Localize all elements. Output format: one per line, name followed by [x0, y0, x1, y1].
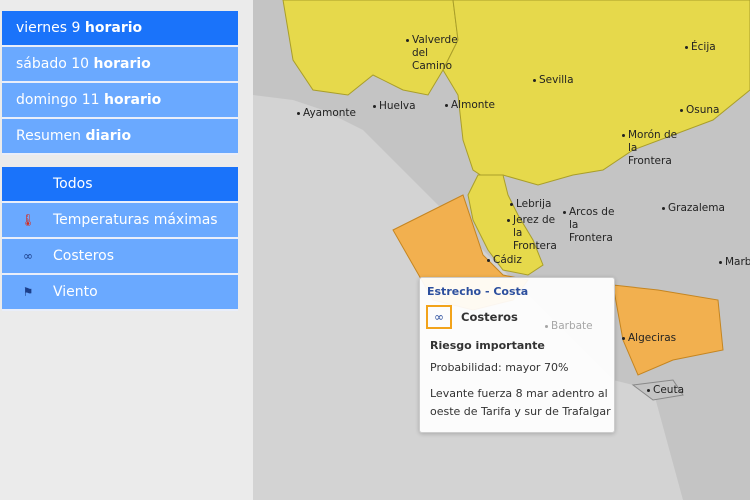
description: Levante fuerza 8 mar adentro al oeste de… — [430, 387, 611, 418]
place-label: Ceuta — [647, 384, 684, 396]
place-label: Cádiz — [487, 254, 522, 266]
place-label: Sevilla — [533, 74, 574, 86]
label-bold: horario — [84, 20, 143, 36]
day-viernes-9[interactable]: viernes 9 horario — [2, 11, 238, 47]
coastal-wave-icon: ∞ — [426, 305, 452, 329]
place-label: Algeciras — [621, 332, 677, 344]
type-menu: Todos 🌡 Temperaturas máximas ∞ Costeros ⚑ V… — [2, 167, 238, 311]
day-domingo-11[interactable]: domingo 11 horario — [2, 83, 238, 119]
warning-tooltip: Estrecho - Costa ∞ Costeros Riesgo impor… — [419, 277, 615, 433]
label: viernes 9 — [16, 20, 81, 36]
label: Todos — [53, 176, 93, 192]
type-costeros[interactable]: ∞ Costeros — [2, 239, 238, 275]
warning-type: Costeros — [461, 310, 518, 324]
place-label: Marb — [718, 256, 750, 268]
type-temperaturas[interactable]: 🌡 Temperaturas máximas — [2, 203, 238, 239]
probability: Probabilidad: mayor 70% — [430, 361, 569, 374]
place-label: Osuna — [679, 104, 720, 116]
day-resumen[interactable]: Resumen diario — [2, 119, 238, 155]
place-label: Écija — [685, 41, 716, 53]
place-label: Ayamonte — [296, 107, 357, 119]
label-bold: horario — [104, 92, 162, 108]
wind-flag-icon: ⚑ — [22, 285, 34, 299]
zone-title: Estrecho - Costa — [427, 285, 529, 298]
label-bold: horario — [93, 56, 151, 72]
label-bold: diario — [85, 128, 132, 144]
place-label: Grazalema — [662, 202, 725, 214]
day-menu: viernes 9 horario sábado 10 horario domi… — [2, 11, 238, 155]
label: sábado 10 — [16, 56, 90, 72]
label: Temperaturas máximas — [53, 212, 218, 228]
place-label: Jerez de la Frontera — [507, 214, 561, 253]
label: Costeros — [53, 248, 115, 264]
label: Resumen — [16, 128, 82, 144]
day-sabado-10[interactable]: sábado 10 horario — [2, 47, 238, 83]
place-label-barbate: Barbate — [545, 320, 593, 332]
coastal-wave-icon: ∞ — [23, 249, 33, 263]
risk-level: Riesgo importante — [430, 339, 545, 352]
place-label: Almonte — [445, 99, 495, 111]
place-label: Morón de la Frontera — [622, 129, 678, 167]
place-label: Huelva — [373, 100, 416, 112]
place-label: Lebrija — [509, 198, 552, 210]
label: domingo 11 — [16, 92, 100, 108]
label: Viento — [53, 284, 98, 300]
place-label: Valverde del Camino — [406, 34, 462, 73]
type-viento[interactable]: ⚑ Viento — [2, 275, 238, 311]
type-todos[interactable]: Todos — [2, 167, 238, 203]
thermometer-icon: 🌡 — [20, 213, 36, 227]
place-label: Arcos de la Frontera — [563, 206, 619, 245]
